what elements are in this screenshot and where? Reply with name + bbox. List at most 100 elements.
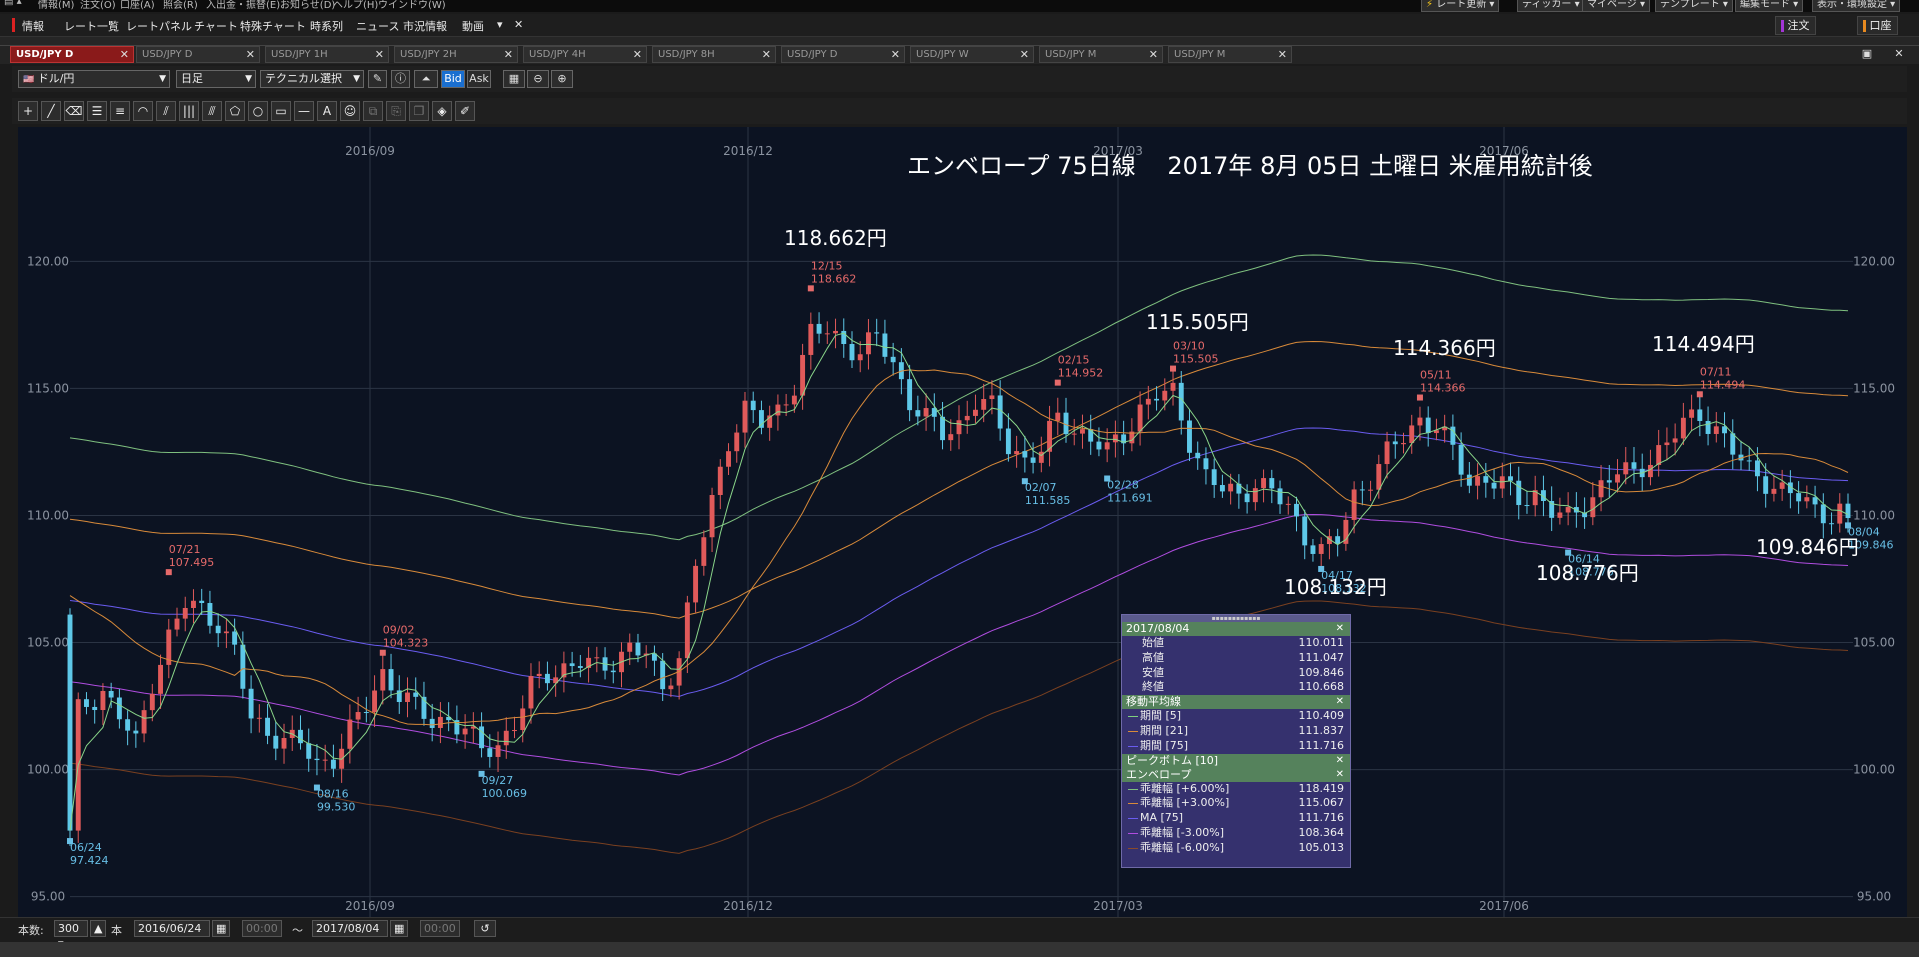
trendline-icon[interactable]: ╱	[41, 101, 61, 121]
candle-body	[487, 748, 493, 757]
channel-icon[interactable]: ⫻	[202, 101, 222, 121]
text-icon[interactable]: A	[317, 101, 337, 121]
pen-icon[interactable]: ✎	[368, 70, 387, 88]
emoji-icon[interactable]: ☺	[340, 101, 360, 121]
tab-usdjpy-m[interactable]: USD/JPY M ✕	[1039, 46, 1163, 63]
eraser-icon[interactable]: ⌫	[64, 101, 84, 121]
rectangle-icon[interactable]: ▭	[271, 101, 291, 121]
tab-usdjpy-4h[interactable]: USD/JPY 4H ✕	[523, 46, 647, 63]
paste-icon[interactable]: ⎘	[386, 101, 406, 121]
info-icon[interactable]: ⓘ	[391, 70, 410, 88]
crosshair-icon[interactable]: +	[18, 101, 38, 121]
fan-icon[interactable]: ⫽	[156, 101, 176, 121]
to-time-field[interactable]: 00:00	[420, 920, 460, 937]
nav-chart[interactable]: チャート	[194, 18, 238, 34]
delete-all-icon[interactable]: ✐	[455, 101, 475, 121]
menu-help[interactable]: ヘルプ(H)	[333, 0, 378, 11]
nav-info[interactable]: 情報	[22, 18, 44, 34]
close-icon[interactable]: ✕	[375, 47, 384, 62]
tab-usdjpy-d-active[interactable]: USD/JPY D ✕	[10, 46, 134, 63]
menu-account[interactable]: 口座(A)	[120, 0, 155, 11]
bid-button[interactable]: Bid	[441, 70, 465, 88]
close-icon[interactable]: ✕	[1020, 47, 1029, 62]
order-button[interactable]: 注文	[1775, 16, 1816, 35]
count-stepper[interactable]: ▲	[90, 920, 106, 937]
close-icon[interactable]: ✕	[1336, 695, 1344, 709]
zoom-in-icon[interactable]: ⊕	[551, 70, 573, 88]
menu-order[interactable]: 注文(O)	[80, 0, 116, 11]
rate-update-button[interactable]: ⚡ レート更新 ▾	[1421, 0, 1500, 12]
chart-settings-icon[interactable]: ▦	[503, 70, 525, 88]
close-icon[interactable]: ✕	[1278, 47, 1287, 62]
candlestick-chart[interactable]: 95.00 95.00 100.00 100.00 105.00 105.00 110.00…	[18, 127, 1907, 917]
menu-window[interactable]: ウインドウ(W)	[378, 0, 446, 11]
ticker-button[interactable]: ティッカー ▾	[1517, 0, 1585, 12]
panel-drag-handle[interactable]: ▪▪▪▪▪▪▪▪▪▪▪▪	[1122, 615, 1350, 622]
close-window-icon[interactable]: ✕	[1890, 47, 1908, 61]
close-icon[interactable]: ✕	[1336, 754, 1344, 768]
technical-select[interactable]: テクニカル選択 ▼	[260, 70, 364, 88]
menu-inquiry[interactable]: 照会(R)	[163, 0, 198, 11]
ask-button[interactable]: Ask	[467, 70, 491, 88]
vertical-lines-icon[interactable]: |||	[179, 101, 199, 121]
duplicate-icon[interactable]: ❐	[409, 101, 429, 121]
display-settings-button[interactable]: 表示・環境設定 ▾	[1812, 0, 1901, 12]
period-select[interactable]: 日足 ▼	[176, 70, 256, 88]
menu-info[interactable]: 情報(M)	[38, 0, 74, 11]
calendar-icon[interactable]: ▦	[390, 920, 408, 937]
nav-rate-list[interactable]: レート一覧	[64, 18, 119, 34]
maximize-icon[interactable]: ▣	[1858, 47, 1876, 61]
edit-mode-button[interactable]: 編集モード ▾	[1735, 0, 1804, 12]
nav-news[interactable]: ニュース	[356, 18, 399, 34]
delete-drawing-icon[interactable]: ◈	[432, 101, 452, 121]
account-button[interactable]: 口座	[1857, 16, 1898, 35]
fibonacci-icon[interactable]: ≡	[110, 101, 130, 121]
nav-video[interactable]: 動画	[462, 18, 484, 34]
copy-icon[interactable]: ⧉	[363, 101, 383, 121]
reload-icon[interactable]: ↺	[474, 920, 496, 937]
polygon-icon[interactable]: ⬠	[225, 101, 245, 121]
close-icon[interactable]: ✕	[120, 47, 129, 62]
indicator-info-panel[interactable]: ▪▪▪▪▪▪▪▪▪▪▪▪ 2017/08/04 ✕ 始値 110.011 高値 111…	[1121, 614, 1351, 868]
nav-rate-panel[interactable]: レートパネル	[126, 18, 192, 34]
nav-time-series[interactable]: 時系列	[310, 18, 343, 34]
close-icon[interactable]: ✕	[1336, 622, 1344, 636]
mypage-button[interactable]: マイページ ▾	[1582, 0, 1651, 12]
tab-usdjpy-w[interactable]: USD/JPY W ✕	[910, 46, 1034, 63]
hline-icon[interactable]: —	[294, 101, 314, 121]
close-icon[interactable]: ✕	[1149, 47, 1158, 62]
template-button[interactable]: テンプレート ▾	[1655, 0, 1733, 12]
nav-close-icon[interactable]: ✕	[514, 18, 523, 31]
chart-type-icon[interactable]: ⏶	[414, 70, 438, 88]
horizontal-lines-icon[interactable]: ☰	[87, 101, 107, 121]
zoom-out-icon[interactable]: ⊖	[527, 70, 549, 88]
close-icon[interactable]: ✕	[1336, 768, 1344, 782]
menu-notice[interactable]: お知らせ(D)	[280, 0, 335, 11]
close-icon[interactable]: ✕	[633, 47, 642, 62]
from-time-field[interactable]: 00:00	[242, 920, 282, 937]
nav-market-info[interactable]: 市況情報	[403, 18, 447, 34]
tab-usdjpy-2h[interactable]: USD/JPY 2H ✕	[394, 46, 518, 63]
app-menu-icon[interactable]: ▤ ▴	[4, 0, 22, 7]
tab-usdjpy-m-2[interactable]: USD/JPY M ✕	[1168, 46, 1292, 63]
bar-count-select[interactable]: 300 ▾	[54, 920, 88, 950]
tab-usdjpy-d-2[interactable]: USD/JPY D ✕	[781, 46, 905, 63]
from-date-field[interactable]: 2016/06/24	[134, 920, 210, 937]
close-icon[interactable]: ✕	[504, 47, 513, 62]
calendar-icon[interactable]: ▦	[212, 920, 230, 937]
close-icon[interactable]: ✕	[762, 47, 771, 62]
chart-area[interactable]: 95.00 95.00 100.00 100.00 105.00 105.00 110.00…	[18, 127, 1907, 917]
menu-deposit[interactable]: 入出金・振替(E)	[206, 0, 280, 11]
tab-usdjpy-1h[interactable]: USD/JPY 1H ✕	[265, 46, 389, 63]
close-icon[interactable]: ✕	[246, 47, 255, 62]
close-icon[interactable]: ✕	[891, 47, 900, 62]
circle-icon[interactable]: ○	[248, 101, 268, 121]
currency-pair-select[interactable]: 🇺🇸 ドル/円 ▼	[18, 70, 170, 88]
peak-bottom-value: 111.691	[1107, 492, 1153, 505]
nav-special-chart[interactable]: 特殊チャート	[240, 18, 306, 34]
arc-icon[interactable]: ◠	[133, 101, 153, 121]
tab-usdjpy-8h[interactable]: USD/JPY 8H ✕	[652, 46, 776, 63]
to-date-field[interactable]: 2017/08/04	[312, 920, 388, 937]
tab-usdjpy-d[interactable]: USD/JPY D ✕	[136, 46, 260, 63]
nav-more-dropdown[interactable]: ▾	[497, 18, 503, 31]
